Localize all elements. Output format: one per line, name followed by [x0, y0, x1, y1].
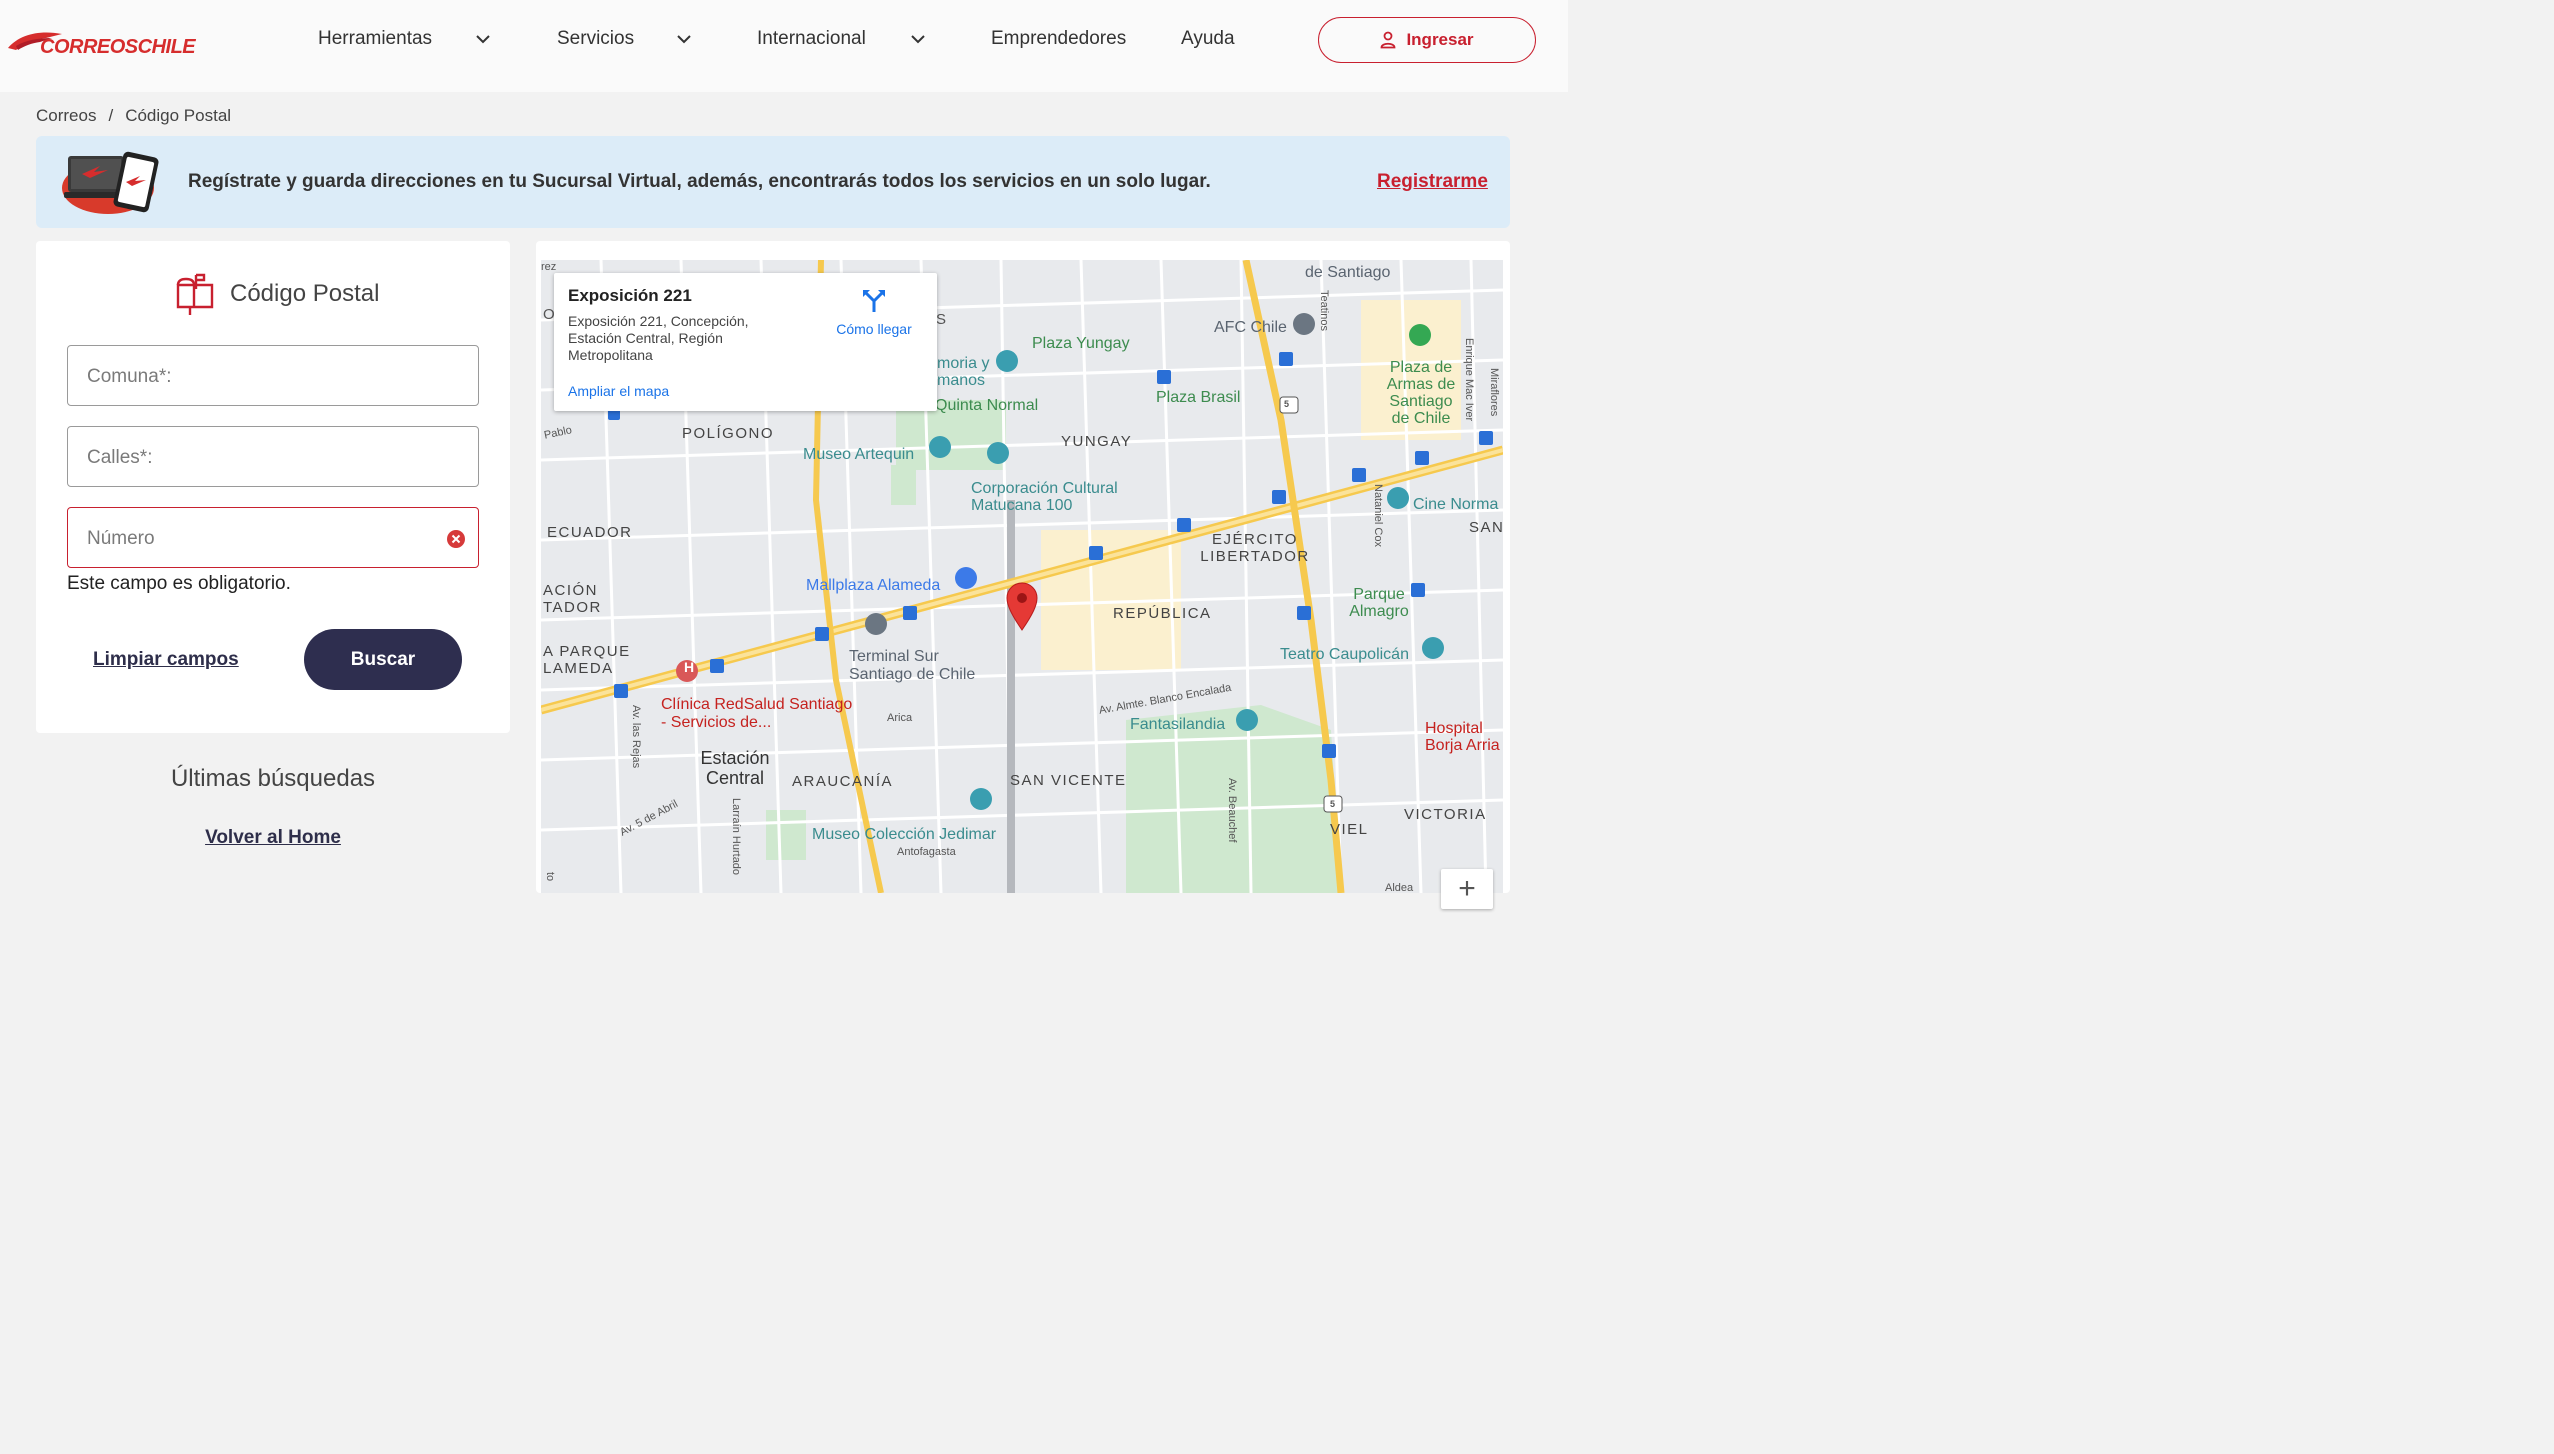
map-label: Plaza Yungay: [1032, 335, 1130, 352]
map-label: Plaza Brasil: [1156, 389, 1241, 406]
map-label: rez: [541, 261, 557, 273]
chevron-down-icon[interactable]: [910, 33, 926, 45]
map-label: Arica: [887, 712, 913, 724]
form-title: Código Postal: [174, 271, 379, 317]
map-info-window: Exposición 221 Exposición 221, Concepció…: [554, 273, 937, 411]
nav-internacional[interactable]: Internacional: [757, 28, 866, 50]
map-label: VICTORIA: [1404, 806, 1487, 823]
map-label: Clínica RedSalud Santiago - Servicios de…: [661, 696, 853, 731]
correos-chile-logo[interactable]: CORREOSCHILE: [6, 26, 196, 62]
user-icon: [1381, 31, 1396, 49]
zoom-in-button[interactable]: +: [1441, 869, 1493, 909]
route-number: 5: [1284, 399, 1290, 409]
map-label: YUNGAY: [1061, 433, 1133, 450]
login-label: Ingresar: [1406, 30, 1474, 49]
nav-emprendedores[interactable]: Emprendedores: [991, 28, 1126, 50]
map-label: Quinta Normal: [935, 397, 1039, 414]
directions-button[interactable]: Cómo llegar: [834, 288, 914, 337]
breadcrumb-current: Código Postal: [125, 106, 232, 125]
breadcrumb-separator: /: [108, 106, 114, 125]
map-label: Fantasilandia: [1130, 716, 1226, 733]
search-button-label: Buscar: [350, 648, 416, 670]
info-title: Exposición 221: [568, 286, 692, 305]
map-label: SAN: [1469, 519, 1505, 536]
map-label: ARAUCANÍA: [792, 773, 894, 790]
map-label: Teatinos: [1318, 290, 1330, 331]
map-label: Terminal Sur Santiago de Chile: [849, 648, 976, 683]
map-label: Aldea: [1385, 882, 1414, 894]
numero-input[interactable]: [85, 508, 449, 569]
map-label: Plaza de Armas de Santiago de Chile: [1386, 359, 1456, 427]
map-label: POLÍGONO: [682, 425, 775, 442]
breadcrumb: Correos / Código Postal: [36, 106, 231, 126]
map-label: Cine Norma: [1413, 496, 1499, 513]
route-number: 5: [1330, 799, 1336, 809]
last-searches-title: Últimas búsquedas: [170, 765, 376, 792]
map-label: REPÚBLICA: [1113, 605, 1212, 622]
search-button[interactable]: Buscar: [304, 629, 462, 690]
map-label: moria y: [937, 355, 990, 372]
map-label: Av. Beauchef: [1226, 778, 1238, 843]
nav-servicios[interactable]: Servicios: [557, 28, 634, 50]
map-label: Larraín Hurtado: [730, 798, 742, 876]
map-label: ACIÓN TADOR: [543, 582, 602, 616]
park-area: [766, 810, 806, 860]
breadcrumb-home[interactable]: Correos: [36, 106, 96, 125]
map-label: Miraflores: [1488, 368, 1500, 417]
devices-illustration-icon: [62, 151, 159, 214]
banner-text: Regístrate y guarda direcciones en tu Su…: [188, 171, 1211, 192]
map-label: A PARQUE LAMEDA: [543, 643, 631, 677]
map-label: Antofagasta: [897, 846, 956, 858]
map-label: Teatro Caupolicán: [1280, 646, 1409, 663]
map-label: Nataniel Cox: [1372, 484, 1384, 547]
map-label: manos: [937, 372, 986, 389]
map-label: Parque Almagro: [1349, 586, 1409, 620]
map-label: to: [544, 872, 556, 882]
chevron-down-icon[interactable]: [676, 33, 692, 45]
map-label: SAN VICENTE: [1010, 772, 1127, 789]
numero-error-message: Este campo es obligatorio.: [67, 573, 291, 594]
calles-input[interactable]: [85, 427, 449, 488]
map-label: ECUADOR: [547, 524, 633, 541]
chevron-down-icon[interactable]: [475, 33, 491, 45]
expand-map-link[interactable]: Ampliar el mapa: [568, 383, 669, 399]
map-label: AFC Chile: [1214, 319, 1287, 336]
map-label: Mallplaza Alameda: [806, 577, 941, 594]
comuna-input[interactable]: [85, 346, 449, 407]
map-label: Enrique Mac Iver: [1463, 338, 1475, 422]
calles-field[interactable]: [67, 426, 479, 488]
map-label: Museo Colección Jedimar: [812, 826, 997, 843]
map-label: O: [543, 306, 555, 323]
register-banner: Regístrate y guarda direcciones en tu Su…: [36, 136, 1510, 228]
directions-label: Cómo llegar: [836, 321, 912, 337]
logo-text: CORREOSCHILE: [40, 36, 196, 58]
login-button[interactable]: Ingresar: [1318, 17, 1536, 63]
info-address: Exposición 221, Concepción, Estación Cen…: [568, 313, 749, 363]
numero-field[interactable]: [67, 507, 479, 569]
map-label: de Santiago: [1305, 264, 1391, 281]
map-label: Estación Central: [700, 748, 770, 788]
mailbox-icon: [176, 273, 214, 315]
error-clear-icon[interactable]: [446, 529, 466, 549]
hospital-marker-letter: H: [684, 659, 695, 675]
postal-code-form-card: Código Postal Este campo es obligatorio.…: [36, 241, 510, 733]
back-home-link[interactable]: Volver al Home: [36, 827, 510, 849]
map-label: S: [936, 311, 947, 328]
comuna-field[interactable]: [67, 345, 479, 407]
map-label: VIEL: [1330, 821, 1369, 838]
register-link[interactable]: Registrarme: [1377, 171, 1488, 193]
form-title-text: Código Postal: [230, 280, 380, 307]
map-label: Museo Artequin: [803, 446, 915, 463]
directions-icon: [863, 290, 885, 312]
nav-ayuda[interactable]: Ayuda: [1181, 28, 1235, 50]
top-header: CORREOSCHILE Herramientas Servicios Inte…: [0, 0, 1568, 92]
nav-herramientas[interactable]: Herramientas: [318, 28, 432, 50]
park-area: [891, 465, 916, 505]
map-label: Av. las Rejas: [630, 705, 642, 769]
clear-fields-link[interactable]: Limpiar campos: [93, 649, 239, 671]
map-label: Corporación Cultural Matucana 100: [971, 480, 1118, 514]
map-label: Hospital Borja Arria: [1425, 720, 1500, 754]
map-label: EJÉRCITO LIBERTADOR: [1200, 531, 1310, 565]
